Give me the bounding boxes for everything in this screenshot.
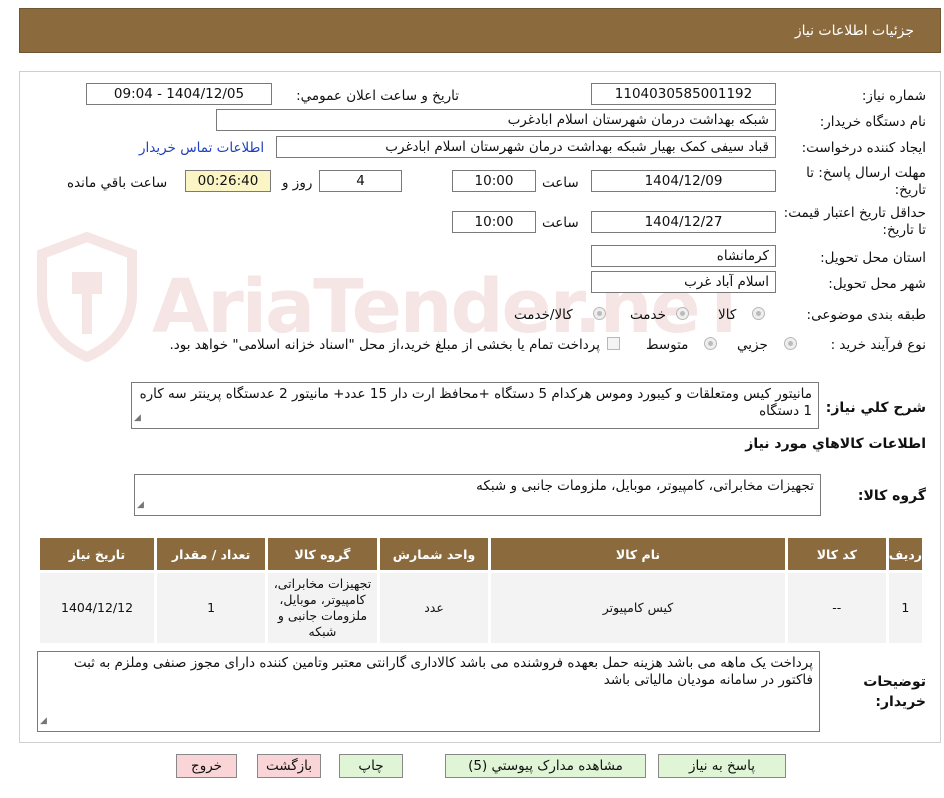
- table-header-row: ردیف کد کالا نام کالا واحد شمارش گروه کا…: [36, 535, 926, 573]
- goods-group-textarea[interactable]: تجهیزات مخابراتی، کامپیوتر، موبایل، ملزو…: [134, 474, 821, 516]
- print-button[interactable]: چاپ: [339, 754, 403, 778]
- category-radio-goods-service[interactable]: [593, 307, 606, 320]
- category-option-service: خدمت: [630, 307, 666, 323]
- view-documents-button[interactable]: مشاهده مدارک پیوستي (5): [445, 754, 646, 778]
- table-row: 1 -- کیس کامپیوتر عدد تجهیزات مخابراتی، …: [36, 570, 926, 646]
- process-option-minor: جزیي: [737, 337, 768, 353]
- cell-date: 1404/12/12: [36, 570, 158, 646]
- buyer-notes-textarea[interactable]: پرداخت یک ماهه می باشد هزینه حمل بعهده ف…: [37, 651, 820, 732]
- category-label: طبقه بندی موضوعی:: [806, 307, 926, 323]
- buyer-notes-text: پرداخت یک ماهه می باشد هزینه حمل بعهده ف…: [73, 655, 813, 688]
- validity-label: حداقل تاریخ اعتبار قیمت: تا تاریخ:: [783, 205, 926, 238]
- deadline-time-field: 10:00: [452, 170, 536, 192]
- city-label: شهر محل تحویل:: [828, 276, 926, 292]
- col-date: تاریخ نیاز: [36, 535, 158, 573]
- validity-date-field: 1404/12/27: [591, 211, 776, 233]
- requester-field: قباد سیفی کمک بهیار شبکه بهداشت درمان شه…: [276, 136, 776, 158]
- need-number-field: 1104030585001192: [591, 83, 776, 105]
- deadline-time-label: ساعت: [542, 175, 579, 191]
- summary-label: شرح کلي نیاز:: [825, 400, 926, 416]
- resize-handle-icon[interactable]: ◢: [134, 410, 141, 427]
- requester-label: ایجاد کننده درخواست:: [801, 140, 926, 156]
- remaining-time-field: 00:26:40: [185, 170, 271, 192]
- payment-note: پرداخت تمام یا بخشی از مبلغ خرید،از محل …: [169, 337, 600, 353]
- col-name: نام کالا: [488, 535, 788, 573]
- buyer-org-label: نام دستگاه خریدار:: [819, 114, 926, 130]
- col-code: کد کالا: [784, 535, 889, 573]
- need-number-label: شماره نیاز:: [861, 88, 926, 104]
- cell-row: 1: [885, 570, 926, 646]
- col-qty: تعداد / مقدار: [154, 535, 269, 573]
- goods-group-label: گروه کالا:: [857, 488, 926, 504]
- process-radio-medium[interactable]: [704, 337, 717, 350]
- process-radio-minor[interactable]: [784, 337, 797, 350]
- days-label: روز و: [282, 175, 313, 191]
- buyer-notes-label: توضیحات خریدار:: [863, 674, 926, 710]
- category-radio-goods[interactable]: [752, 307, 765, 320]
- cell-name: کیس کامپیوتر: [488, 570, 788, 646]
- province-field: کرمانشاه: [591, 245, 776, 267]
- items-table: ردیف کد کالا نام کالا واحد شمارش گروه کا…: [36, 535, 926, 646]
- buyer-contact-link[interactable]: اطلاعات تماس خریدار: [139, 140, 264, 156]
- category-radio-service[interactable]: [676, 307, 689, 320]
- cell-code: --: [784, 570, 889, 646]
- announce-field: 1404/12/05 - 09:04: [86, 83, 272, 105]
- goods-section-title: اطلاعات کالاهاي مورد نیاز: [745, 436, 926, 452]
- buyer-org-field: شبکه بهداشت درمان شهرستان اسلام ابادغرب: [216, 109, 776, 131]
- process-option-medium: متوسط: [646, 337, 689, 353]
- summary-textarea[interactable]: مانیتور کیس ومتعلقات و کیبورد وموس هرکدا…: [131, 382, 819, 429]
- remaining-label: ساعت باقي مانده: [67, 175, 168, 191]
- reply-button[interactable]: پاسخ به نیاز: [658, 754, 786, 778]
- validity-time-label: ساعت: [542, 215, 579, 231]
- province-label: استان محل تحویل:: [820, 250, 926, 266]
- cell-group: تجهیزات مخابراتی، کامپیوتر، موبایل، ملزو…: [265, 570, 380, 646]
- shield-icon: [37, 231, 137, 363]
- cell-qty: 1: [154, 570, 269, 646]
- col-unit: واحد شمارش: [376, 535, 492, 573]
- deadline-date-field: 1404/12/09: [591, 170, 776, 192]
- treasury-checkbox[interactable]: [607, 337, 620, 350]
- page-title: جزئیات اطلاعات نیاز: [794, 23, 914, 39]
- goods-group-text: تجهیزات مخابراتی، کامپیوتر، موبایل، ملزو…: [476, 478, 814, 494]
- deadline-label: مهلت ارسال پاسخ: تا تاریخ:: [806, 165, 926, 198]
- category-option-goods: کالا: [718, 307, 737, 323]
- page-header: جزئیات اطلاعات نیاز: [19, 8, 941, 53]
- validity-time-field: 10:00: [452, 211, 536, 233]
- exit-button[interactable]: خروج: [176, 754, 237, 778]
- col-group: گروه کالا: [265, 535, 380, 573]
- cell-unit: عدد: [376, 570, 492, 646]
- process-label: نوع فرآیند خرید :: [830, 337, 926, 353]
- category-option-goods-service: کالا/خدمت: [514, 307, 573, 323]
- col-row: ردیف: [885, 535, 926, 573]
- summary-text: مانیتور کیس ومتعلقات و کیبورد وموس هرکدا…: [139, 386, 812, 419]
- city-field: اسلام آباد غرب: [591, 271, 776, 293]
- announce-label: تاریخ و ساعت اعلان عمومي:: [296, 88, 459, 104]
- days-field: 4: [319, 170, 402, 192]
- back-button[interactable]: بازگشت: [257, 754, 321, 778]
- resize-handle-icon[interactable]: ◢: [137, 497, 144, 514]
- resize-handle-icon[interactable]: ◢: [40, 713, 47, 730]
